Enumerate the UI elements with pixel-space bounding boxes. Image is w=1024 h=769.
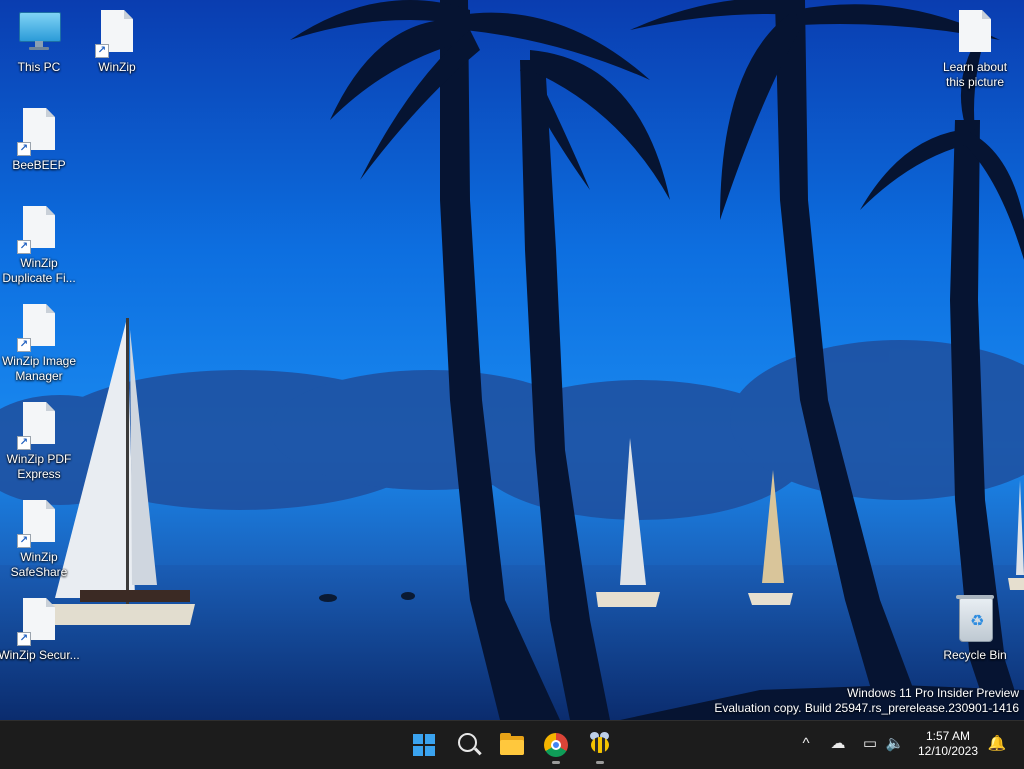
file-shortcut-icon: ↗: [17, 500, 59, 548]
search-button[interactable]: [448, 725, 488, 765]
chrome-button[interactable]: [536, 725, 576, 765]
shortcut-arrow-icon: ↗: [17, 436, 31, 450]
watermark-line-1: Windows 11 Pro Insider Preview: [847, 686, 1019, 700]
running-indicator: [552, 761, 560, 764]
watermark-line-2: Evaluation copy. Build 25947.rs_prerelea…: [714, 701, 1019, 715]
file-shortcut-icon: ↗: [17, 402, 59, 450]
running-indicator: [596, 761, 604, 764]
computer-icon: [19, 10, 61, 56]
desktop-icon-winzip[interactable]: ↗ WinZip: [75, 10, 159, 75]
clock[interactable]: 1:57 AM 12/10/2023: [912, 729, 984, 759]
desktop-icon-winzip-image-manager[interactable]: ↗ WinZip Image Manager: [0, 304, 81, 384]
desktop-icon-label: This PC: [17, 60, 61, 74]
beebeep-button[interactable]: [580, 725, 620, 765]
desktop-icon-label: WinZip SafeShare: [10, 550, 68, 579]
desktop-icon-label: WinZip PDF Express: [6, 452, 72, 481]
start-button[interactable]: [404, 725, 444, 765]
desktop-icon-this-pc[interactable]: This PC: [0, 10, 81, 75]
shortcut-arrow-icon: ↗: [17, 338, 31, 352]
windows-logo-icon: [413, 734, 435, 756]
desktop-icon-beebeep[interactable]: ↗ BeeBEEP: [0, 108, 81, 173]
shortcut-arrow-icon: ↗: [17, 142, 31, 156]
file-shortcut-icon: ↗: [17, 206, 59, 254]
desktop-icon-winzip-pdf-express[interactable]: ↗ WinZip PDF Express: [0, 402, 81, 482]
file-explorer-button[interactable]: [492, 725, 532, 765]
desktop-icon-winzip-safeshare[interactable]: ↗ WinZip SafeShare: [0, 500, 81, 580]
file-shortcut-icon: ↗: [95, 10, 137, 58]
desktop-icon-label: BeeBEEP: [12, 158, 66, 172]
desktop-icon-learn-about-this-picture[interactable]: Learn about this picture: [933, 10, 1017, 90]
onedrive-cloud-off-icon[interactable]: ☁: [827, 733, 849, 755]
file-shortcut-icon: ↗: [17, 108, 59, 156]
evaluation-watermark: Windows 11 Pro Insider Preview Evaluatio…: [714, 686, 1019, 716]
desktop-icon-label: WinZip Secur...: [0, 648, 80, 662]
desktop-icon-winzip-duplicate-finder[interactable]: ↗ WinZip Duplicate Fi...: [0, 206, 81, 286]
desktop-icon-label: WinZip Duplicate Fi...: [2, 256, 76, 285]
recycle-bin-icon: ♻: [955, 595, 995, 644]
desktop-icon-label: Learn about this picture: [942, 60, 1008, 89]
file-icon: [955, 10, 995, 56]
volume-muted-icon[interactable]: 🔈: [884, 733, 906, 755]
shortcut-arrow-icon: ↗: [17, 632, 31, 646]
taskbar: ^ ☁ ▭ 🔈 1:57 AM 12/10/2023 🔔: [0, 720, 1024, 769]
desktop-icon-recycle-bin[interactable]: ♻ Recycle Bin: [933, 595, 1017, 663]
notification-bell-icon[interactable]: 🔔: [986, 733, 1008, 755]
shortcut-arrow-icon: ↗: [17, 240, 31, 254]
shortcut-arrow-icon: ↗: [95, 44, 109, 58]
desktop-icon-label: WinZip: [98, 60, 136, 74]
desktop-icon-label: WinZip Image Manager: [1, 354, 77, 383]
clock-date: 12/10/2023: [917, 744, 979, 758]
desktop-icon-winzip-secure[interactable]: ↗ WinZip Secur...: [0, 598, 81, 663]
desktop-wallpaper: [0, 0, 1024, 720]
file-shortcut-icon: ↗: [17, 598, 59, 646]
show-hidden-icons-chevron-icon[interactable]: ^: [795, 733, 817, 755]
desktop-icon-label: Recycle Bin: [943, 648, 1007, 662]
clock-time: 1:57 AM: [925, 729, 971, 743]
shortcut-arrow-icon: ↗: [17, 534, 31, 548]
network-icon[interactable]: ▭: [859, 733, 881, 755]
file-shortcut-icon: ↗: [17, 304, 59, 352]
